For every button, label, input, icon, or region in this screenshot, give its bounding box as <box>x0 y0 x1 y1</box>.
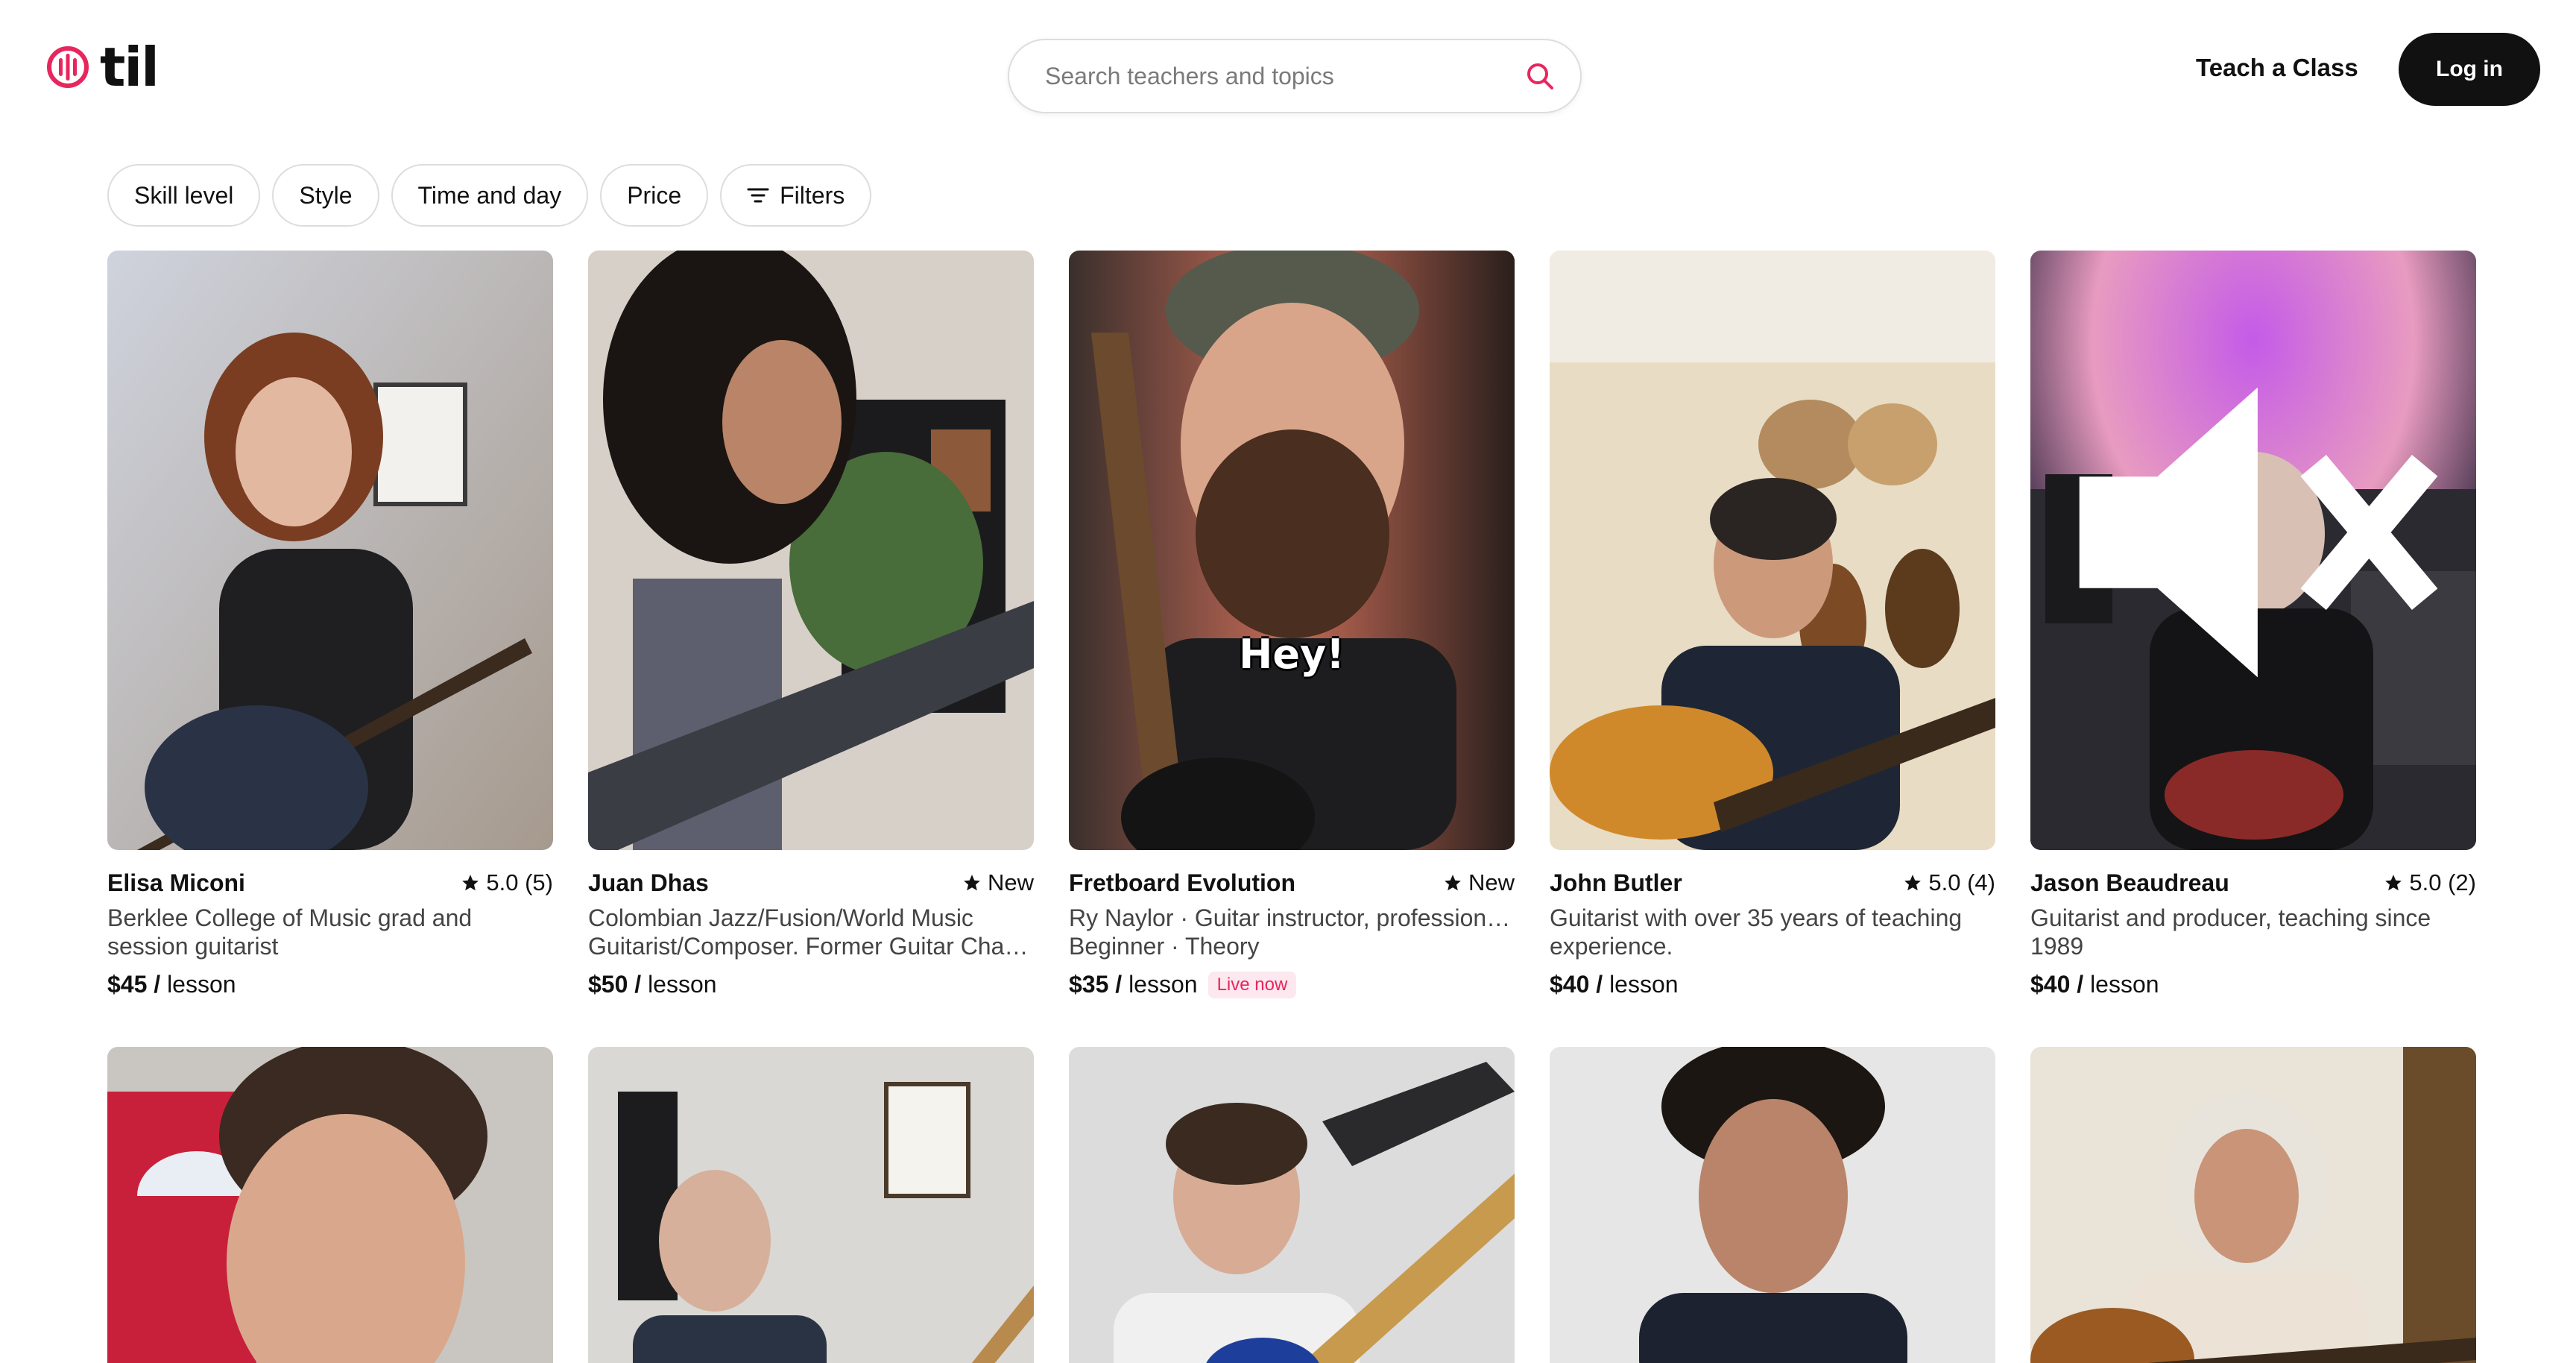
teacher-name[interactable]: Jason Beaudreau <box>2030 869 2229 897</box>
teacher-card[interactable]: Juan Dhas New Colombian Jazz/Fusion/Worl… <box>588 251 1034 998</box>
teacher-description: Guitarist with over 35 years of teaching… <box>1550 904 1963 960</box>
teacher-video-thumbnail[interactable] <box>107 1047 553 1363</box>
teacher-description: Guitarist and producer, teaching since 1… <box>2030 904 2431 960</box>
login-button[interactable]: Log in <box>2399 33 2540 106</box>
rating-text: New <box>987 869 1034 895</box>
brand-name: til <box>100 36 160 98</box>
teacher-video-thumbnail[interactable] <box>2030 251 2476 850</box>
teacher-video-thumbnail[interactable]: Hey! <box>1069 251 1515 850</box>
star-icon <box>2385 875 2402 891</box>
teacher-photo <box>1069 251 1515 850</box>
teacher-price: $45 / lesson <box>107 971 236 998</box>
teacher-name[interactable]: Elisa Miconi <box>107 869 245 897</box>
filter-label: Time and day <box>417 181 562 209</box>
teacher-photo <box>2030 1047 2476 1363</box>
teacher-video-thumbnail[interactable] <box>588 1047 1034 1363</box>
filter-more-button[interactable]: Filters <box>720 164 872 227</box>
teacher-photo <box>107 1047 553 1363</box>
teacher-video-thumbnail[interactable] <box>588 251 1034 850</box>
video-caption: Hey! <box>1239 631 1345 678</box>
logo-icon <box>47 46 89 88</box>
price-unit: lesson <box>2090 971 2159 998</box>
price-amount: $35 <box>1069 971 1109 998</box>
filter-price[interactable]: Price <box>600 164 709 227</box>
header: til Teach a Class Log in <box>0 0 2576 142</box>
teacher-video-thumbnail[interactable] <box>1550 1047 1995 1363</box>
rating-text: 5.0 (2) <box>2409 869 2476 895</box>
teacher-name[interactable]: John Butler <box>1550 869 1682 897</box>
teacher-description: Ry Naylor · Guitar instructor, professio… <box>1069 904 1511 960</box>
price-unit: lesson <box>648 971 717 998</box>
teacher-description: Colombian Jazz/Fusion/World Music Guitar… <box>588 904 1029 960</box>
teacher-card[interactable] <box>1069 1047 1515 1363</box>
teacher-video-thumbnail[interactable] <box>2030 1047 2476 1363</box>
price-unit: lesson <box>1128 971 1198 998</box>
filter-label: Price <box>627 181 682 209</box>
teacher-name[interactable]: Fretboard Evolution <box>1069 869 1295 897</box>
teacher-photo <box>1550 251 1995 850</box>
teach-a-class-link[interactable]: Teach a Class <box>2196 54 2358 82</box>
filters-icon <box>747 188 769 203</box>
star-icon <box>1904 875 1922 891</box>
teacher-price: $40 / lesson <box>2030 971 2159 998</box>
filter-bar: Skill level Style Time and day Price Fil… <box>107 164 872 227</box>
price-amount: $45 <box>107 971 148 998</box>
search-bar[interactable] <box>1008 39 1582 113</box>
filter-label: Filters <box>780 181 845 209</box>
search-icon[interactable] <box>1525 61 1555 91</box>
filter-time-and-day[interactable]: Time and day <box>391 164 589 227</box>
teacher-card[interactable]: Jason Beaudreau 5.0 (2) Guitarist and pr… <box>2030 251 2476 998</box>
teacher-description: Berklee College of Music grad and sessio… <box>107 904 473 960</box>
teacher-rating: New <box>962 869 1034 896</box>
teacher-photo <box>1069 1047 1515 1363</box>
teacher-card[interactable] <box>1550 1047 1995 1363</box>
teacher-card[interactable] <box>588 1047 1034 1363</box>
teacher-photo <box>588 1047 1034 1363</box>
star-icon <box>462 875 479 891</box>
teacher-card[interactable]: Hey! Fretboard Evolution New Ry Naylor ·… <box>1069 251 1515 998</box>
live-now-badge: Live now <box>1208 971 1297 998</box>
star-icon <box>964 875 980 891</box>
teacher-price: $50 / lesson <box>588 971 717 998</box>
filter-label: Style <box>299 181 353 209</box>
teacher-rating: 5.0 (4) <box>1903 869 1995 896</box>
teacher-name[interactable]: Juan Dhas <box>588 869 709 897</box>
price-amount: $50 <box>588 971 628 998</box>
filter-style[interactable]: Style <box>272 164 379 227</box>
teacher-rating: New <box>1443 869 1515 896</box>
mute-icon[interactable] <box>2030 251 2458 832</box>
teacher-rating: 5.0 (5) <box>461 869 553 896</box>
rating-text: New <box>1468 869 1515 895</box>
teacher-card[interactable]: John Butler 5.0 (4) Guitarist with over … <box>1550 251 1995 998</box>
teacher-video-thumbnail[interactable] <box>1069 1047 1515 1363</box>
teacher-rating: 5.0 (2) <box>2384 869 2476 896</box>
teacher-video-thumbnail[interactable] <box>1550 251 1995 850</box>
rating-text: 5.0 (5) <box>486 869 553 895</box>
teacher-card[interactable] <box>107 1047 553 1363</box>
filter-label: Skill level <box>134 181 234 209</box>
teacher-price: $35 / lesson Live now <box>1069 971 1515 998</box>
filter-skill-level[interactable]: Skill level <box>107 164 261 227</box>
price-unit: lesson <box>167 971 236 998</box>
teacher-video-thumbnail[interactable] <box>107 251 553 850</box>
teacher-card[interactable]: Elisa Miconi 5.0 (5) Berklee College of … <box>107 251 553 998</box>
star-icon <box>1445 875 1461 891</box>
rating-text: 5.0 (4) <box>1928 869 1995 895</box>
search-input[interactable] <box>1045 40 1507 112</box>
price-amount: $40 <box>2030 971 2071 998</box>
teacher-price: $40 / lesson <box>1550 971 1679 998</box>
teacher-photo <box>1550 1047 1995 1363</box>
price-amount: $40 <box>1550 971 1590 998</box>
price-unit: lesson <box>1609 971 1679 998</box>
teacher-photo <box>588 251 1034 850</box>
teacher-photo <box>107 251 553 850</box>
logo[interactable]: til <box>46 36 160 98</box>
teacher-card[interactable] <box>2030 1047 2476 1363</box>
